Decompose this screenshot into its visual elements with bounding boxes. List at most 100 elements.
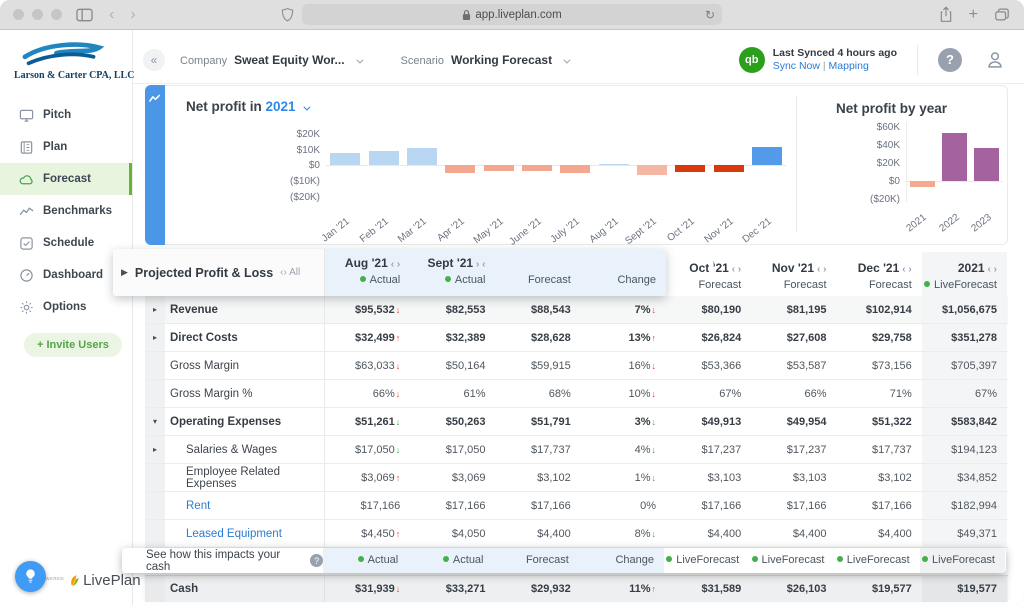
- cash-bar-col-liveforecast: LiveForecast: [664, 548, 749, 573]
- sync-now-link[interactable]: Sync Now: [773, 60, 820, 72]
- row-expander: [145, 520, 165, 547]
- sidebar-item-pitch[interactable]: Pitch: [0, 99, 132, 131]
- chevron-down-icon[interactable]: [304, 104, 311, 111]
- column-header-nov-21: Nov '21‹ ›Forecast: [751, 252, 836, 296]
- sidebar-item-label: Dashboard: [43, 269, 103, 281]
- table-cell: $19,577: [922, 576, 1007, 602]
- sidebar-item-label: Schedule: [43, 237, 94, 249]
- chart-tab-bar[interactable]: [145, 85, 165, 245]
- sidebar-item-label: Pitch: [43, 109, 71, 121]
- y-axis-tick: $40K: [846, 140, 900, 151]
- chart-bar: [369, 151, 399, 165]
- sidebar-item-options[interactable]: Options: [0, 291, 132, 323]
- mapping-link[interactable]: Mapping: [829, 60, 869, 72]
- address-bar[interactable]: app.liveplan.com ↻: [302, 4, 722, 25]
- row-expander: [145, 492, 165, 519]
- net-profit-title: Net profit in 2021: [186, 99, 308, 114]
- help-bulb-button[interactable]: [15, 561, 46, 592]
- table-cell: $95,532↓: [325, 296, 410, 323]
- period-nav-arrows[interactable]: ‹ ›: [732, 264, 741, 275]
- privacy-shield-icon[interactable]: [281, 7, 294, 22]
- row-expander[interactable]: ▸: [145, 324, 165, 351]
- chart-bar: [910, 181, 935, 186]
- cash-bar-col-liveforecast: LiveForecast: [920, 548, 1005, 573]
- row-expander[interactable]: ▾: [145, 408, 165, 435]
- green-dot-icon: [443, 556, 449, 562]
- reload-icon[interactable]: ↻: [705, 8, 715, 22]
- liveplan-brand: POWERED BY LivePlan: [38, 572, 141, 589]
- change-arrow-icon: ↓: [396, 445, 401, 455]
- quickbooks-icon[interactable]: qb: [739, 47, 765, 73]
- company-selector[interactable]: Company Sweat Equity Wor...: [180, 53, 361, 67]
- table-cell: $17,166: [410, 492, 495, 519]
- cash-help-icon[interactable]: ?: [310, 554, 323, 567]
- expand-all-toggle[interactable]: ‹› All: [280, 267, 300, 278]
- period-range-slider[interactable]: [713, 261, 714, 266]
- green-dot-icon: [360, 276, 366, 282]
- change-arrow-icon: ↓: [652, 305, 657, 315]
- period-nav-arrows[interactable]: ‹ ›: [902, 264, 911, 275]
- table-row: Employee Related Expenses$3,069↑$3,069$3…: [145, 464, 1008, 492]
- company-value: Sweat Equity Wor...: [234, 53, 344, 67]
- table-cell: 13%↑: [581, 324, 666, 351]
- table-cell: $17,050: [410, 436, 495, 463]
- tab-overview-icon[interactable]: [994, 7, 1010, 22]
- scenario-value: Working Forecast: [451, 53, 552, 67]
- forward-button[interactable]: ›: [130, 7, 135, 23]
- green-dot-icon: [666, 556, 672, 562]
- sidebar-item-forecast[interactable]: Forecast: [0, 163, 132, 195]
- chart-year-dropdown[interactable]: 2021: [266, 99, 296, 114]
- row-expander[interactable]: ▸: [145, 436, 165, 463]
- change-arrow-icon: ↓: [652, 361, 657, 371]
- invite-users-button[interactable]: + Invite Users: [24, 333, 122, 357]
- back-button[interactable]: ‹: [109, 7, 114, 23]
- column-sub-label: Actual: [325, 274, 400, 286]
- table-cell: $4,400: [666, 520, 751, 547]
- panel-expander-icon[interactable]: ▶: [121, 267, 128, 278]
- sidebar-item-benchmarks[interactable]: Benchmarks: [0, 195, 132, 227]
- table-row: ▸Revenue$95,532↓$82,553$88,5437%↓$80,190…: [145, 296, 1008, 324]
- y-axis-tick: ($20K): [266, 192, 320, 203]
- trend-icon: [19, 204, 34, 219]
- scenario-selector[interactable]: Scenario Working Forecast: [401, 53, 569, 67]
- sidebar-item-plan[interactable]: Plan: [0, 131, 132, 163]
- lock-icon: [462, 9, 471, 21]
- table-cell: 3%↓: [581, 408, 666, 435]
- table-cell: $17,166: [837, 492, 922, 519]
- table-cell: 1%↓: [581, 464, 666, 491]
- collapse-sidebar-button[interactable]: «: [143, 49, 165, 71]
- row-label[interactable]: Leased Equipment: [165, 520, 325, 547]
- period-nav-arrows[interactable]: ‹ ›: [391, 259, 400, 270]
- table-cell: $49,913: [666, 408, 751, 435]
- sidebar-toggle-icon[interactable]: [76, 8, 93, 22]
- table-cell: $19,577: [837, 576, 922, 602]
- chart-bar: [675, 165, 705, 172]
- table-cell: $3,069: [410, 464, 495, 491]
- table-cell: $88,543: [496, 296, 581, 323]
- row-label[interactable]: Rent: [165, 492, 325, 519]
- window-controls[interactable]: [13, 9, 62, 20]
- period-nav-arrows[interactable]: ‹ ›: [988, 264, 997, 275]
- user-account-icon[interactable]: [984, 49, 1006, 71]
- column-header-oct-21: Oct '21‹ ›Forecast: [666, 252, 751, 296]
- zoom-window-button[interactable]: [51, 9, 62, 20]
- share-icon[interactable]: [939, 6, 953, 23]
- period-nav-arrows[interactable]: › ‹: [476, 259, 485, 270]
- table-cell: $3,102: [496, 464, 581, 491]
- period-nav-arrows[interactable]: ‹ ›: [817, 264, 826, 275]
- column-sub-label: Actual: [410, 274, 485, 286]
- close-window-button[interactable]: [13, 9, 24, 20]
- table-cell: $80,190: [666, 296, 751, 323]
- pl-table: ▶ Projected Profit & Loss ‹› All Aug '21…: [145, 252, 1008, 548]
- table-cell: $31,589: [666, 576, 751, 602]
- chart-bar: [522, 165, 552, 170]
- green-dot-icon: [922, 556, 928, 562]
- table-cell: $351,278: [922, 324, 1007, 351]
- help-button[interactable]: ?: [938, 48, 962, 72]
- card-divider: [796, 96, 797, 232]
- row-expander[interactable]: ▸: [145, 296, 165, 323]
- minimize-window-button[interactable]: [32, 9, 43, 20]
- ledger-icon: [19, 140, 34, 155]
- new-tab-icon[interactable]: +: [969, 7, 978, 23]
- column-period: Nov '21‹ ›: [751, 261, 826, 275]
